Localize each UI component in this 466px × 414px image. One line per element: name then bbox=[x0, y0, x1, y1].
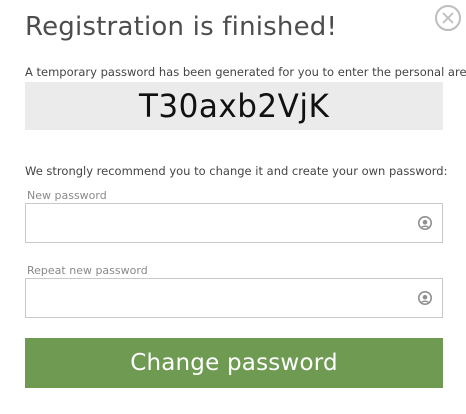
show-repeat-password-toggle[interactable] bbox=[417, 290, 433, 306]
temporary-password-box: T30axb2VjK bbox=[25, 82, 443, 130]
close-icon bbox=[442, 12, 454, 24]
repeat-password-field-wrapper bbox=[25, 278, 443, 318]
temporary-password-value: T30axb2VjK bbox=[138, 87, 330, 125]
change-password-recommendation: We strongly recommend you to change it a… bbox=[25, 164, 448, 178]
repeat-password-label: Repeat new password bbox=[27, 264, 148, 277]
eye-icon bbox=[418, 291, 432, 305]
dialog-title: Registration is finished! bbox=[25, 12, 338, 42]
new-password-field-wrapper bbox=[25, 203, 443, 243]
show-password-toggle[interactable] bbox=[417, 215, 433, 231]
temporary-password-hint: A temporary password has been generated … bbox=[25, 65, 466, 79]
eye-icon bbox=[418, 216, 432, 230]
new-password-input[interactable] bbox=[26, 204, 406, 242]
close-button[interactable] bbox=[435, 5, 461, 31]
change-password-button[interactable]: Change password bbox=[25, 338, 443, 388]
new-password-label: New password bbox=[27, 189, 107, 202]
repeat-password-input[interactable] bbox=[26, 279, 406, 317]
